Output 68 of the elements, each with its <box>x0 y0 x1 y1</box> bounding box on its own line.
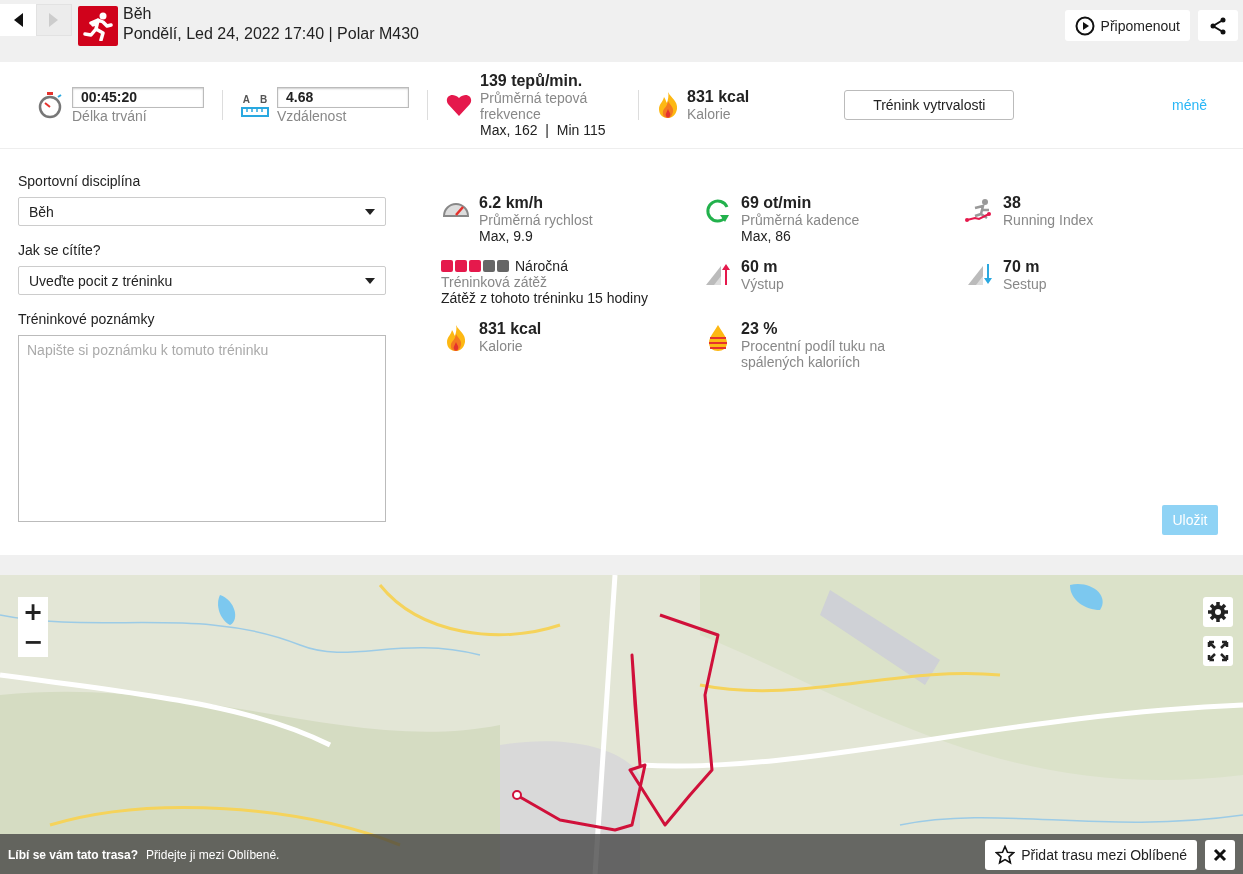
replay-button[interactable]: Připomenout <box>1064 10 1190 41</box>
stat-label: Výstup <box>741 276 784 292</box>
feeling-label: Jak se cítíte? <box>18 242 102 258</box>
stopwatch-icon <box>38 91 64 119</box>
stat-label: Průměrná rychlost <box>479 212 593 228</box>
heart-rate-label: Průměrná tepová frekvence <box>480 90 589 122</box>
sport-dropdown[interactable]: Běh <box>18 197 386 226</box>
settings-icon <box>1207 601 1229 623</box>
stat-detail: Max, 86 <box>741 228 792 244</box>
stat-value: 69 ot/min <box>741 194 813 212</box>
share-button[interactable] <box>1198 10 1238 41</box>
runner-logo-icon <box>78 6 118 46</box>
duration-label: Délka trvání <box>72 107 148 124</box>
circular-arrow-icon <box>705 198 731 224</box>
stat-value: 60 m <box>741 258 779 276</box>
calories-value: 831 kcal <box>687 88 750 106</box>
star-icon <box>995 844 1016 865</box>
fullscreen-button[interactable] <box>1203 636 1233 666</box>
training-benefit-button[interactable]: Trénink vytrvalosti <box>844 90 1015 120</box>
left-triangle-icon <box>12 12 24 28</box>
point-a-label: A <box>242 93 250 105</box>
stat-label: Running Index <box>1003 212 1094 228</box>
back-button[interactable] <box>0 4 36 36</box>
distance-label: Vzdálenost <box>277 107 348 124</box>
caret-icon <box>365 277 375 284</box>
activity-title: Běh <box>123 4 153 24</box>
distance-field[interactable]: 4.68 <box>277 86 409 108</box>
settings-button[interactable] <box>1203 597 1233 627</box>
stat-value: 831 kcal <box>479 320 542 338</box>
heart-rate-detail: Max, 162 | Min 115 <box>480 122 607 138</box>
play-icon <box>1074 15 1095 36</box>
stat-value: 23 % <box>741 320 779 338</box>
share-icon <box>1208 15 1228 36</box>
flame-icon <box>657 91 679 119</box>
duration-field[interactable]: 00:45:20 <box>72 86 204 108</box>
stat-detail: Zátěž z tohoto tréninku 15 hodiny <box>441 290 650 306</box>
calories-label: Kalorie <box>687 106 732 122</box>
fat-drop-icon <box>707 324 729 352</box>
point-b-label: B <box>260 93 268 105</box>
banner-question: Líbí se vám tato trasa? <box>8 847 139 862</box>
stat-value: 38 <box>1003 194 1022 212</box>
notes-label: Tréninkové poznámky <box>18 311 156 327</box>
load-rating-text: Náročná <box>515 258 568 274</box>
stat-value: 6.2 km/h <box>479 194 545 212</box>
stat-label: Průměrná kadence <box>741 212 860 228</box>
close-button[interactable] <box>1205 839 1235 870</box>
add-favorite-button[interactable]: Přidat trasu mezi Oblíbené <box>985 839 1197 870</box>
heart-icon <box>446 93 472 117</box>
stat-label: Sestup <box>1003 276 1047 292</box>
activity-subtitle: Pondělí, Led 24, 2022 17:40 | Polar M430 <box>123 24 420 44</box>
ascent-icon <box>705 262 731 286</box>
stat-value: 70 m <box>1003 258 1041 276</box>
banner-text: Přidejte ji mezi Oblíbené. <box>146 847 280 862</box>
stat-label: Procentní podíl tuku na spálených kaloriích <box>741 338 886 370</box>
ruler-icon <box>241 106 269 117</box>
caret-icon <box>365 208 375 215</box>
notes-field[interactable]: Napište si poznámku k tomuto tréninku <box>18 335 386 522</box>
close-icon <box>1213 847 1227 862</box>
heart-rate-value: 139 tepů/min. <box>480 72 584 90</box>
right-triangle-icon <box>48 12 60 28</box>
stat-label: Tréninková zátěž <box>441 274 549 290</box>
fullscreen-icon <box>1207 640 1229 662</box>
feeling-dropdown[interactable]: Uveďte pocit z tréninku <box>18 266 386 295</box>
stat-detail: Max, 9.9 <box>479 228 534 244</box>
descent-icon <box>967 262 993 286</box>
sport-label: Sportovní disciplína <box>18 173 142 189</box>
flame-icon <box>445 324 467 352</box>
stat-label: Kalorie <box>479 338 524 354</box>
